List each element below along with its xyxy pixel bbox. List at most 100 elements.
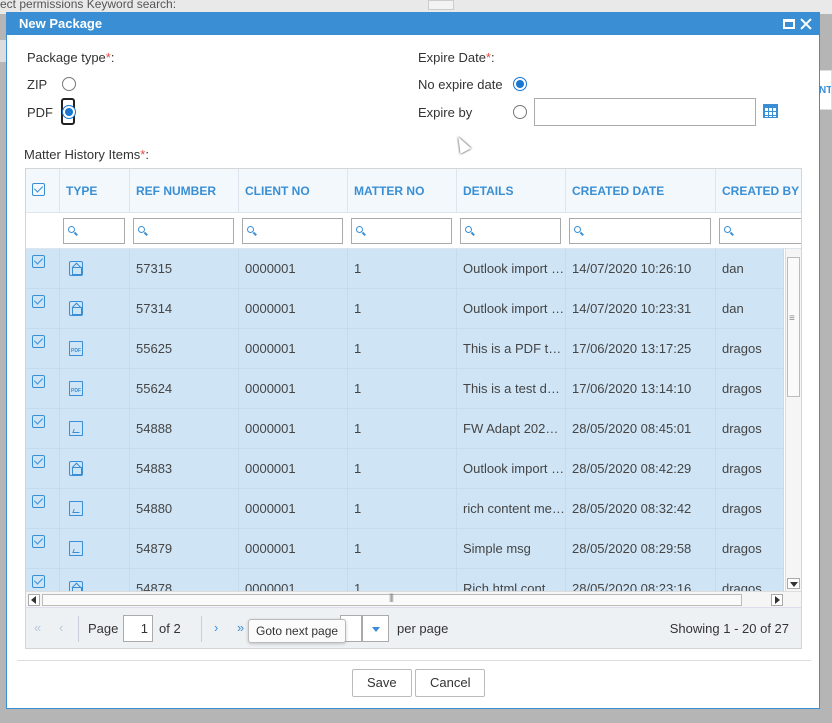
column-header-matter-no[interactable]: MATTER NO (348, 169, 457, 213)
scroll-left-arrow-icon[interactable] (28, 594, 40, 606)
cell-created-by: dan (716, 249, 784, 289)
background-toolbar-text: ect permissions Keyword search: (0, 0, 177, 11)
column-header-client-no[interactable]: CLIENT NO (239, 169, 348, 213)
first-page-icon[interactable]: « (34, 620, 41, 635)
vertical-scrollbar[interactable] (785, 249, 801, 591)
maximize-icon[interactable] (783, 19, 795, 29)
row-checkbox[interactable] (32, 415, 45, 428)
page-number-input[interactable]: 1 (123, 615, 153, 642)
search-icon (356, 226, 363, 233)
table-row[interactable]: 5487800000011Rich html content message28… (26, 569, 784, 591)
search-icon (465, 226, 472, 233)
row-select-cell (26, 409, 60, 449)
row-checkbox[interactable] (32, 375, 45, 388)
select-all-checkbox[interactable] (32, 183, 45, 196)
image-file-icon (69, 541, 83, 556)
grid-filter-row (26, 213, 801, 249)
no-expire-date-radio[interactable] (513, 77, 527, 91)
cell-details: rich content message (457, 489, 566, 529)
filter-created-by-input[interactable] (719, 218, 801, 244)
scroll-down-arrow-icon[interactable] (787, 578, 800, 589)
background-tab-label: NT (819, 85, 832, 96)
previous-page-icon[interactable]: ‹ (59, 620, 63, 635)
cell-ref-number: 54879 (130, 529, 239, 569)
cell-client-no: 0000001 (239, 409, 348, 449)
zip-radio[interactable] (62, 77, 76, 91)
email-icon (69, 581, 83, 591)
row-select-cell (26, 489, 60, 529)
cell-details: Outlook import from dan (457, 249, 566, 289)
row-checkbox[interactable] (32, 455, 45, 468)
vertical-scrollbar-thumb[interactable] (787, 257, 800, 397)
expire-date-input[interactable] (534, 98, 756, 126)
expire-date-label-text: Expire Date (418, 50, 486, 65)
row-checkbox[interactable] (32, 575, 45, 588)
filter-matter-no-input[interactable] (351, 218, 452, 244)
row-select-cell (26, 569, 60, 591)
horizontal-scrollbar-thumb[interactable] (42, 592, 742, 606)
horizontal-scrollbar[interactable] (26, 591, 801, 607)
cell-ref-number: 57315 (130, 249, 239, 289)
cell-ref-number: 54880 (130, 489, 239, 529)
cell-created-by: dragos (716, 489, 784, 529)
cell-type (60, 249, 130, 289)
column-header-details[interactable]: DETAILS (457, 169, 566, 213)
row-checkbox[interactable] (32, 295, 45, 308)
table-row[interactable]: 5488300000011Outlook import from dragos2… (26, 449, 784, 489)
per-page-dropdown-icon[interactable] (362, 615, 389, 642)
table-row[interactable]: 5562500000011This is a PDF test17/06/202… (26, 329, 784, 369)
filter-created-date-input[interactable] (569, 218, 711, 244)
row-checkbox[interactable] (32, 495, 45, 508)
filter-details-input[interactable] (460, 218, 561, 244)
search-icon (724, 226, 731, 233)
table-row[interactable]: 54879 0000001 1 Simple msg 28/05/2020 08:29:… (26, 529, 784, 569)
zip-option-label: ZIP (27, 77, 48, 92)
filter-type-input[interactable] (63, 218, 125, 244)
column-header-ref-number[interactable]: REF NUMBER (130, 169, 239, 213)
image-file-icon (69, 421, 83, 436)
cell-created-by: dragos (716, 329, 784, 369)
filter-ref-number-input[interactable] (133, 218, 234, 244)
row-select-cell (26, 529, 60, 569)
cell-matter-no: 1 (348, 329, 457, 369)
cell-client-no: 0000001 (239, 569, 348, 591)
row-checkbox[interactable] (32, 255, 45, 268)
pager-divider (78, 616, 79, 642)
pdf-radio[interactable] (62, 105, 76, 119)
cell-client-no: 0000001 (239, 489, 348, 529)
table-row[interactable]: 5731500000011Outlook import from dan14/0… (26, 249, 784, 289)
cancel-button[interactable]: Cancel (415, 669, 486, 697)
next-page-icon[interactable]: › (214, 620, 218, 635)
search-icon (574, 226, 581, 233)
expire-by-radio[interactable] (513, 105, 527, 119)
close-icon[interactable] (799, 13, 813, 35)
column-header-type[interactable]: TYPE (60, 169, 130, 213)
package-type-label-text: Package type (27, 50, 106, 65)
table-row[interactable]: 5562400000011This is a test document17/0… (26, 369, 784, 409)
row-select-cell (26, 249, 60, 289)
row-checkbox[interactable] (32, 335, 45, 348)
filter-client-no-input[interactable] (242, 218, 343, 244)
row-select-cell (26, 369, 60, 409)
label-colon: : (110, 50, 115, 65)
last-page-icon[interactable]: » (237, 620, 244, 635)
row-select-cell (26, 449, 60, 489)
dialog-titlebar[interactable]: New Package (7, 13, 819, 35)
pdf-option-label: PDF (27, 105, 53, 120)
scroll-right-arrow-icon[interactable] (771, 594, 783, 606)
calendar-icon[interactable] (763, 104, 778, 118)
row-checkbox[interactable] (32, 535, 45, 548)
cell-matter-no: 1 (348, 409, 457, 449)
table-row[interactable]: 5488800000011FW Adapt 2020 message28/05/… (26, 409, 784, 449)
column-header-created-by[interactable]: CREATED BY (716, 169, 801, 213)
search-icon (138, 226, 145, 233)
column-header-created-date[interactable]: CREATED DATE (566, 169, 716, 213)
table-row[interactable]: 5488000000011rich content message28/05/2… (26, 489, 784, 529)
cell-ref-number: 55624 (130, 369, 239, 409)
cell-client-no: 0000001 (239, 249, 348, 289)
cell-ref-number: 54878 (130, 569, 239, 591)
save-button[interactable]: Save (352, 669, 412, 697)
table-row[interactable]: 5731400000011Outlook import from dan14/0… (26, 289, 784, 329)
cell-matter-no: 1 (348, 289, 457, 329)
grid-pager: « ‹ Page 1 of 2 › » per page Goto next p… (26, 607, 801, 648)
